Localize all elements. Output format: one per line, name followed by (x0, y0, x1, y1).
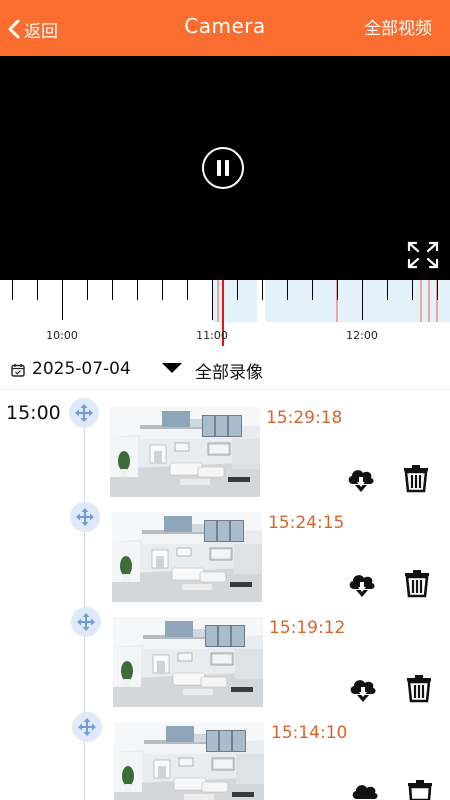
recording-thumbnail[interactable] (113, 617, 263, 707)
timeline-tick (62, 280, 63, 320)
pause-icon[interactable] (202, 147, 244, 189)
timeline-tick (412, 280, 413, 300)
recording-time: 15:14:10 (271, 723, 348, 743)
timeline-label: 11:00 (196, 329, 228, 342)
timeline-tick (37, 280, 38, 300)
timeline-tick (262, 280, 263, 300)
timeline-label: 10:00 (46, 329, 78, 342)
timeline-tick (87, 280, 88, 300)
timeline-tick (12, 280, 13, 300)
recording-thumbnail[interactable] (114, 722, 264, 800)
trash-icon[interactable] (405, 673, 433, 703)
timeline-tick (237, 280, 238, 300)
move-arrows-icon (70, 502, 100, 532)
move-arrows-icon (69, 398, 99, 428)
timeline-tick (112, 280, 113, 300)
timeline-tick (362, 280, 363, 320)
alarm-marker (420, 280, 422, 322)
trash-icon[interactable] (403, 568, 431, 598)
fullscreen-icon[interactable] (406, 240, 440, 270)
hour-label: 15:00 (6, 402, 61, 424)
app-header: 返回 Camera 全部视频 (0, 0, 450, 56)
timeline-tick (187, 280, 188, 300)
cloud-download-icon[interactable] (347, 571, 377, 599)
recording-band (265, 280, 450, 322)
move-arrows-icon (71, 607, 101, 637)
recording-thumbnail[interactable] (112, 512, 262, 602)
timeline-tick (162, 280, 163, 300)
cloud-download-icon[interactable] (348, 676, 378, 704)
date-selector[interactable]: 2025-07-04 (32, 359, 131, 379)
timeline-tick (437, 280, 438, 300)
recording-time: 15:29:18 (266, 408, 343, 428)
alarm-marker (428, 280, 430, 322)
recording-filter[interactable]: 全部录像 (195, 358, 263, 383)
timeline-tick (387, 280, 388, 300)
date-filter-bar: 2025-07-04 全部录像 (0, 350, 450, 390)
trash-icon[interactable] (402, 463, 430, 493)
timeline-tick (312, 280, 313, 300)
timeline-scrubber[interactable]: 10:00 11:00 12:00 (0, 280, 450, 350)
cloud-download-icon[interactable] (346, 466, 376, 494)
recording-thumbnail[interactable] (110, 407, 260, 497)
triangle-down-icon[interactable] (162, 363, 182, 373)
timeline-tick (337, 280, 338, 300)
calendar-icon (11, 364, 25, 377)
timeline-tick (212, 280, 213, 320)
timeline-tick (137, 280, 138, 300)
alarm-marker (217, 280, 219, 322)
timeline-tick (287, 280, 288, 300)
recording-time: 15:19:12 (269, 618, 346, 638)
move-arrows-icon (72, 712, 102, 742)
cloud-download-icon[interactable] (350, 781, 380, 800)
recording-time: 15:24:15 (268, 513, 345, 533)
timeline-label: 12:00 (346, 329, 378, 342)
all-videos-button[interactable]: 全部视频 (364, 14, 432, 39)
trash-icon[interactable] (406, 778, 434, 800)
